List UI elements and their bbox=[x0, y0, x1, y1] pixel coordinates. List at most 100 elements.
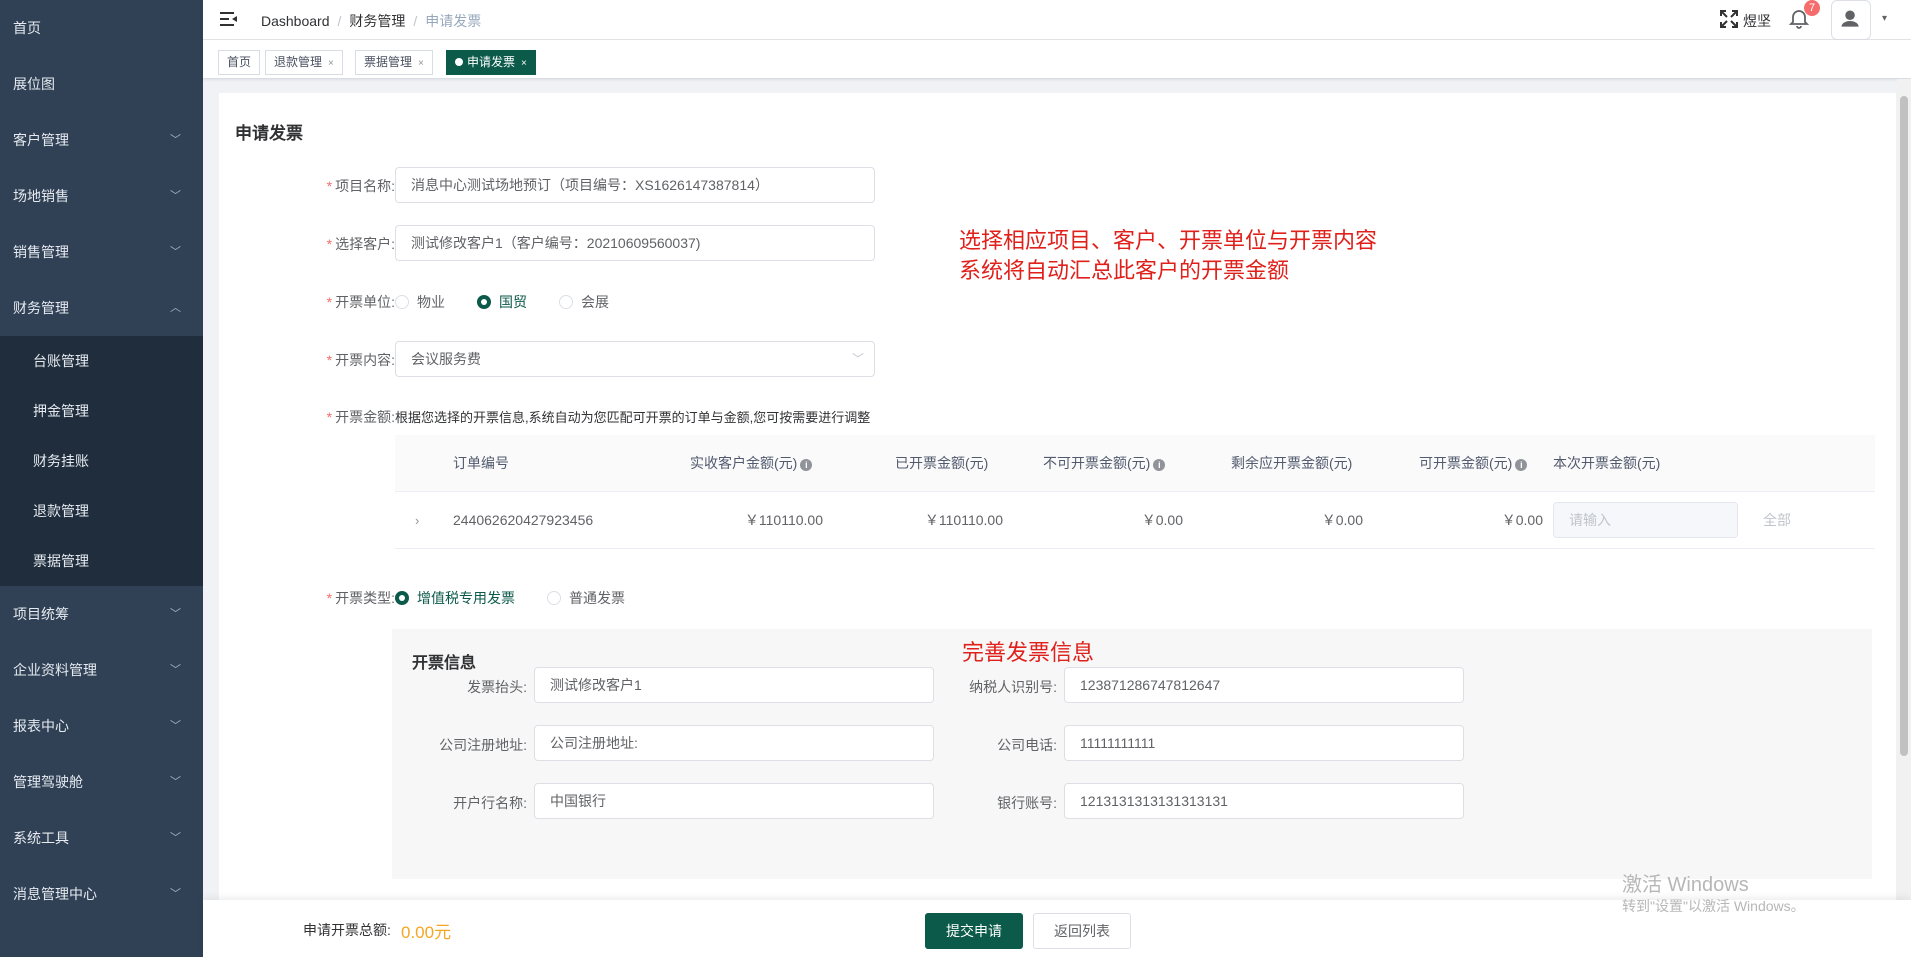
invoice-title-label: 发票抬头: bbox=[467, 679, 527, 695]
radio-type-normal[interactable]: 普通发票 bbox=[547, 588, 625, 608]
tag-apply-invoice[interactable]: 申请发票 × bbox=[446, 50, 536, 75]
sidebar-item-cockpit[interactable]: 管理驾驶舱 ﹀ bbox=[0, 754, 203, 810]
account-label: 银行账号: bbox=[997, 795, 1057, 811]
phone-input[interactable]: 11111111111 bbox=[1064, 725, 1464, 761]
breadcrumb-item-dashboard[interactable]: Dashboard bbox=[261, 13, 330, 29]
sidebar-item-label: 场地销售 bbox=[13, 188, 69, 204]
main-card: 申请发票 * 项目名称: 消息中心测试场地预订（项目编号：XS1626147387… bbox=[219, 93, 1896, 957]
sidebar-item-messages[interactable]: 消息管理中心 ﹀ bbox=[0, 866, 203, 922]
annotation-line1: 选择相应项目、客户、开票单位与开票内容 bbox=[959, 229, 1378, 254]
sidebar-item-sales[interactable]: 销售管理 ﹀ bbox=[0, 224, 203, 280]
submit-button[interactable]: 提交申请 bbox=[925, 913, 1023, 949]
chevron-down-icon: ﹀ bbox=[170, 608, 181, 620]
invoice-info-title: 开票信息 bbox=[412, 655, 477, 672]
account-input[interactable]: 1213131313131313131 bbox=[1064, 783, 1464, 819]
tag-invoices[interactable]: 票据管理 × bbox=[355, 50, 433, 75]
project-label: * 项目名称: bbox=[326, 178, 395, 194]
expand-row-icon[interactable]: › bbox=[415, 492, 419, 549]
sidebar-item-label: 系统工具 bbox=[13, 830, 69, 846]
active-dot-icon bbox=[455, 58, 463, 66]
radio-circle bbox=[547, 591, 561, 605]
chevron-down-icon: ﹀ bbox=[170, 832, 181, 844]
sidebar-item-label: 项目统筹 bbox=[13, 606, 69, 622]
phone-label: 公司电话: bbox=[997, 737, 1057, 753]
sidebar-item-reports[interactable]: 报表中心 ﹀ bbox=[0, 698, 203, 754]
radio-unit-trade[interactable]: 国贸 bbox=[477, 292, 527, 312]
sidebar-item-pending[interactable]: 财务挂账 bbox=[0, 436, 203, 486]
sidebar-item-company-data[interactable]: 企业资料管理 ﹀ bbox=[0, 642, 203, 698]
bank-input[interactable]: 中国银行 bbox=[534, 783, 934, 819]
cell-invoiceable: ￥0.00 bbox=[1501, 512, 1543, 528]
current-amount-input[interactable]: 请输入 bbox=[1553, 502, 1738, 538]
finance-submenu: 台账管理 押金管理 财务挂账 退款管理 票据管理 bbox=[0, 336, 203, 586]
radio-circle bbox=[559, 295, 573, 309]
required-mark: * bbox=[326, 236, 333, 252]
fill-all-link[interactable]: 全部 bbox=[1763, 492, 1791, 549]
col-remaining: 剩余应开票金额(元) bbox=[1231, 455, 1353, 471]
content-select[interactable]: 会议服务费 ﹀ bbox=[395, 341, 875, 377]
type-label: * 开票类型: bbox=[326, 590, 395, 606]
windows-activation-hint: 转到"设置"以激活 Windows。 bbox=[1622, 898, 1805, 914]
radio-unit-property[interactable]: 物业 bbox=[395, 292, 445, 312]
annotation-line3: 完善发票信息 bbox=[962, 641, 1095, 666]
sidebar-item-label: 押金管理 bbox=[33, 403, 89, 419]
breadcrumb-item-current: 申请发票 bbox=[425, 13, 482, 29]
sidebar-item-finance[interactable]: 财务管理 ︿ bbox=[0, 280, 203, 336]
sidebar: 首页 展位图 客户管理 ﹀ 场地销售 ﹀ 销售管理 ﹀ 财务管理 ︿ 台账管理 押金管理… bbox=[0, 0, 203, 957]
scrollbar-thumb[interactable] bbox=[1900, 96, 1908, 756]
project-select[interactable]: 消息中心测试场地预订（项目编号：XS1626147387814） bbox=[395, 167, 875, 203]
sidebar-item-label: 展位图 bbox=[13, 76, 55, 92]
radio-type-vat-special[interactable]: 增值税专用发票 bbox=[395, 588, 515, 608]
hamburger-icon[interactable] bbox=[219, 9, 239, 29]
close-icon[interactable]: × bbox=[328, 58, 334, 69]
table-row: › 244062620427923456 ￥110110.00 ￥110110.… bbox=[395, 492, 1875, 549]
chevron-down-icon: ﹀ bbox=[170, 776, 181, 788]
chevron-down-icon: ﹀ bbox=[851, 352, 864, 366]
tax-id-input[interactable]: 123871286747812647 bbox=[1064, 667, 1464, 703]
chevron-down-icon: ﹀ bbox=[170, 720, 181, 732]
sidebar-item-venue-sales[interactable]: 场地销售 ﹀ bbox=[0, 168, 203, 224]
breadcrumb-item-finance[interactable]: 财务管理 bbox=[349, 13, 405, 29]
sidebar-item-label: 客户管理 bbox=[13, 132, 69, 148]
caret-down-icon[interactable]: ▾ bbox=[1882, 13, 1887, 24]
info-icon[interactable]: i bbox=[800, 459, 813, 471]
top-header: Dashboard / 财务管理 / 申请发票 煜坚 7 ▾ bbox=[203, 0, 1911, 40]
radio-unit-exhibition[interactable]: 会展 bbox=[559, 292, 609, 312]
info-icon[interactable]: i bbox=[1515, 459, 1528, 471]
sidebar-item-home[interactable]: 首页 bbox=[0, 0, 203, 56]
radio-circle bbox=[395, 591, 409, 605]
sidebar-item-projects[interactable]: 项目统筹 ﹀ bbox=[0, 586, 203, 642]
sidebar-item-refund[interactable]: 退款管理 bbox=[0, 486, 203, 536]
close-icon[interactable]: × bbox=[521, 58, 527, 69]
cell-order-no: 244062620427923456 bbox=[453, 512, 594, 528]
back-to-list-button[interactable]: 返回列表 bbox=[1033, 913, 1131, 949]
col-invoiced: 已开票金额(元) bbox=[895, 455, 989, 471]
avatar[interactable] bbox=[1831, 0, 1871, 40]
customer-select[interactable]: 测试修改客户1（客户编号：20210609560037) bbox=[395, 225, 875, 261]
total-value: 0.00元 bbox=[401, 923, 452, 942]
tag-refund[interactable]: 退款管理 × bbox=[265, 50, 343, 75]
tag-label: 票据管理 bbox=[364, 55, 413, 69]
sidebar-item-label: 财务挂账 bbox=[33, 453, 89, 469]
sidebar-item-booth-map[interactable]: 展位图 bbox=[0, 56, 203, 112]
fullscreen-icon[interactable] bbox=[1719, 9, 1739, 29]
total-label: 申请开票总额: bbox=[303, 922, 391, 938]
info-icon[interactable]: i bbox=[1153, 459, 1166, 471]
breadcrumb-separator: / bbox=[337, 13, 342, 29]
required-mark: * bbox=[326, 294, 333, 310]
sidebar-item-deposit[interactable]: 押金管理 bbox=[0, 386, 203, 436]
amount-label: * 开票金额: bbox=[326, 409, 395, 425]
close-icon[interactable]: × bbox=[418, 58, 424, 69]
sidebar-item-label: 票据管理 bbox=[33, 553, 89, 569]
tag-home[interactable]: 首页 bbox=[218, 50, 261, 75]
col-received: 实收客户金额(元) i bbox=[690, 435, 813, 492]
sidebar-item-ledger[interactable]: 台账管理 bbox=[0, 336, 203, 386]
sidebar-item-tools[interactable]: 系统工具 ﹀ bbox=[0, 810, 203, 866]
invoice-title-input[interactable]: 测试修改客户1 bbox=[534, 667, 934, 703]
sidebar-item-customers[interactable]: 客户管理 ﹀ bbox=[0, 112, 203, 168]
content-value: 会议服务费 bbox=[411, 351, 481, 367]
radio-circle bbox=[395, 295, 409, 309]
sidebar-item-invoices[interactable]: 票据管理 bbox=[0, 536, 203, 586]
address-input[interactable]: 公司注册地址: bbox=[534, 725, 934, 761]
user-name[interactable]: 煜坚 bbox=[1743, 11, 1771, 31]
